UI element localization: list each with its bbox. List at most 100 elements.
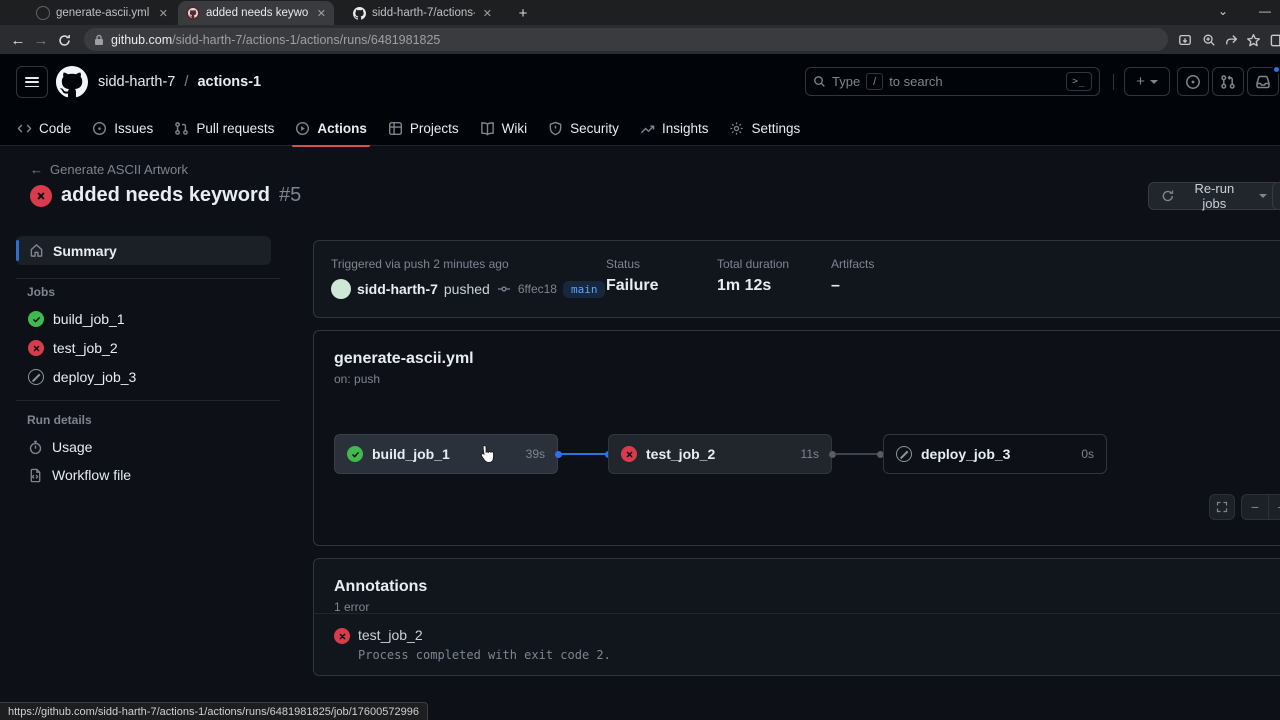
skipped-icon [896,446,912,462]
tab-actions[interactable]: Actions [286,110,376,146]
job-duration: 39s [526,447,545,461]
share-icon[interactable] [1221,29,1243,51]
annotations-title: Annotations [334,578,427,596]
branch-badge[interactable]: main [563,281,606,298]
browser-tab-1[interactable]: generate-ascii.yml - actions-1 [G ✕ [28,1,176,25]
tab-insights[interactable]: Insights [631,110,718,146]
reload-button[interactable] [52,28,76,52]
tab-projects[interactable]: Projects [379,110,468,146]
sidebar-item-workflow-file[interactable]: Workflow file [28,467,131,483]
browser-tab-3[interactable]: sidd-harth-7/actions-1 ✕ [344,1,500,25]
graph-node-build-job-1[interactable]: build_job_1 39s [334,434,558,474]
rerun-jobs-button[interactable]: Re-run jobs [1148,182,1280,210]
side-panel-icon[interactable] [1266,29,1280,51]
github-logo[interactable] [56,66,88,98]
annotation-job-link[interactable]: test_job_2 [358,627,611,643]
global-menu-button[interactable] [16,66,48,98]
sidebar-job-test[interactable]: test_job_2 [28,340,118,356]
graph-node-deploy-job-3[interactable]: deploy_job_3 0s [883,434,1107,474]
slash-key-hint: / [866,73,883,90]
success-icon [28,311,44,327]
notification-dot [1272,65,1280,74]
breadcrumb-owner[interactable]: sidd-harth-7 [98,74,175,90]
issues-dashboard-button[interactable] [1177,67,1209,96]
tab-wiki[interactable]: Wiki [471,110,537,146]
stopwatch-icon [28,440,43,455]
duration-value: 1m 12s [717,277,771,295]
home-icon [29,243,44,258]
gear-icon [729,121,744,136]
browser-tab-strip: generate-ascii.yml - actions-1 [G ✕ adde… [0,0,1280,25]
avatar[interactable] [331,279,351,299]
actor-action: pushed [444,281,490,297]
link-preview-statusbar: https://github.com/sidd-harth-7/actions-… [0,702,428,720]
run-summary-card: Triggered via push 2 minutes ago sidd-ha… [313,240,1280,318]
search-input[interactable]: Type / to search >_ [805,67,1100,96]
sidebar-item-usage[interactable]: Usage [28,439,92,455]
sidebar-item-summary[interactable]: Summary [16,236,271,265]
lock-icon [94,34,104,46]
chevron-down-icon [1259,194,1267,198]
book-icon [480,121,495,136]
header-divider [1113,74,1114,90]
back-button[interactable]: ← [6,28,30,52]
page-title: added needs keyword [61,184,270,207]
tab-close-icon[interactable]: ✕ [317,7,326,20]
tab-title: added needs keyword · sidd-har [206,7,309,19]
tab-close-icon[interactable]: ✕ [159,7,168,20]
actor-login[interactable]: sidd-harth-7 [357,281,438,297]
tab-security[interactable]: Security [539,110,628,146]
github-header: sidd-harth-7 / actions-1 Type / to searc… [0,54,1280,146]
failure-icon [28,340,44,356]
pull-requests-dashboard-button[interactable] [1212,67,1244,96]
tab-code[interactable]: Code [8,110,80,146]
zoom-page-icon[interactable] [1198,29,1220,51]
inbox-icon [1255,74,1271,90]
divider [16,278,280,279]
more-options-button-partial[interactable] [1272,182,1280,210]
command-palette-icon[interactable]: >_ [1066,72,1092,91]
create-new-button[interactable]: + [1124,67,1170,96]
graph-node-test-job-2[interactable]: test_job_2 11s [608,434,832,474]
commit-sha[interactable]: 6ffec18 [518,282,557,296]
sidebar-job-build[interactable]: build_job_1 [28,311,125,327]
tab-pull-requests[interactable]: Pull requests [165,110,283,146]
zoom-in-button[interactable]: + [1268,494,1280,520]
connector-line [561,453,608,455]
back-to-workflow-link[interactable]: ← Generate ASCII Artwork [30,162,188,177]
jobs-section-header: Jobs [27,285,55,299]
window-minimize-button[interactable]: — [1250,0,1280,22]
workflow-trigger: on: push [334,372,380,386]
sidebar-job-deploy[interactable]: deploy_job_3 [28,369,136,385]
chevron-down-icon [1150,80,1158,84]
tab-issues[interactable]: Issues [83,110,162,146]
tab-settings[interactable]: Settings [720,110,809,146]
url-path: /sidd-harth-7/actions-1/actions/runs/648… [172,33,440,47]
workflow-file-name: generate-ascii.yml [334,350,474,368]
status-label: Status [606,257,640,271]
inbox-button[interactable] [1247,67,1279,96]
hamburger-icon [25,77,39,87]
new-tab-button[interactable]: + [512,3,534,23]
forward-button[interactable]: → [29,28,53,52]
window-menu-chevron-icon[interactable]: ⌄ [1208,0,1238,22]
repo-nav: Code Issues Pull requests Actions Projec… [8,110,812,146]
bookmark-star-icon[interactable] [1242,29,1264,51]
failure-icon [30,185,52,207]
mouse-cursor [479,444,496,470]
search-placeholder: Type [832,74,860,89]
breadcrumb-repo[interactable]: actions-1 [197,74,261,90]
code-icon [17,121,32,136]
run-details-section-header: Run details [27,413,92,427]
tab-close-icon[interactable]: ✕ [483,7,492,20]
save-tab-group-icon[interactable] [1174,29,1196,51]
address-bar[interactable]: github.com/sidd-harth-7/actions-1/action… [84,28,1168,51]
tab-title: generate-ascii.yml - actions-1 [G [56,7,151,19]
fullscreen-button[interactable] [1209,494,1235,520]
tab-title: sidd-harth-7/actions-1 [372,7,475,19]
zoom-out-button[interactable]: − [1241,494,1268,520]
selected-accent-bar [16,240,19,261]
browser-tab-2-active[interactable]: added needs keyword · sidd-har ✕ [178,1,334,25]
status-value: Failure [606,277,658,295]
actor-row: sidd-harth-7 pushed 6ffec18 main [331,279,605,299]
